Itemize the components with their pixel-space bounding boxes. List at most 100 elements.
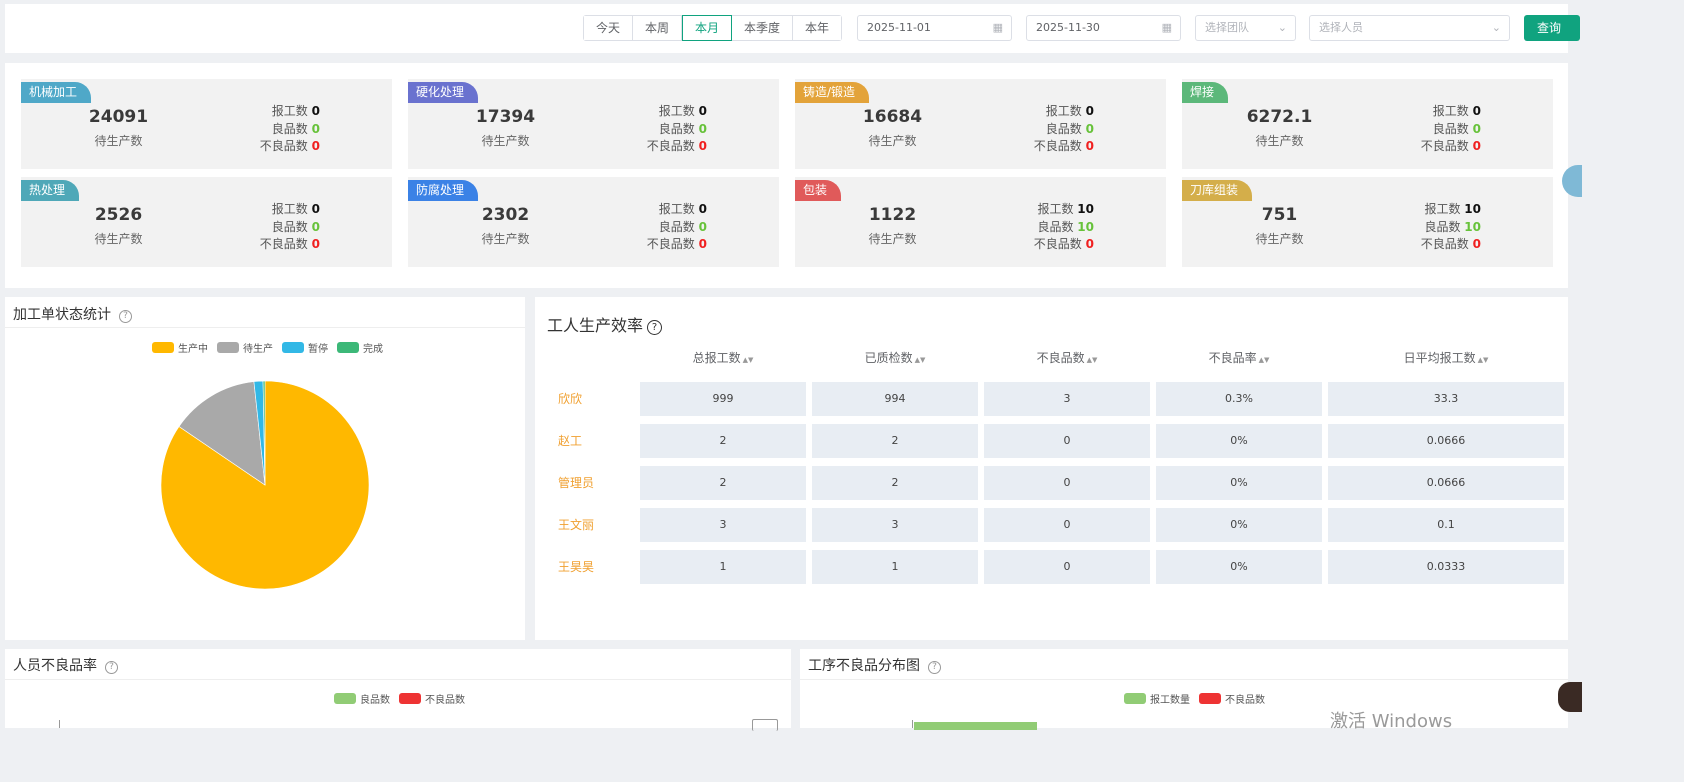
reported-row: 报工数 0 [272, 200, 320, 217]
good-value: 10 [1464, 220, 1481, 234]
table-header-cell[interactable]: 总报工数 ▲▼ [653, 349, 793, 366]
legend-item[interactable]: 完成 [337, 340, 383, 355]
table-header-cell[interactable]: 已质检数 ▲▼ [825, 349, 965, 366]
period-week-button[interactable]: 本周 [633, 16, 682, 40]
sort-icon[interactable]: ▲▼ [743, 356, 754, 364]
worker-name[interactable]: 管理员 [558, 466, 594, 500]
query-button[interactable]: 查询 [1524, 15, 1580, 41]
start-date-value: 2025-11-01 [867, 21, 931, 34]
bar-preview [914, 722, 1037, 730]
good-row: 良品数 0 [272, 218, 320, 235]
table-header-cell[interactable]: 不良品数 ▲▼ [997, 349, 1137, 366]
table-cell: 0.0666 [1328, 424, 1564, 458]
pending-count: 6272.1 [1246, 107, 1313, 127]
good-legend-label: 良品数 [360, 695, 390, 706]
end-date-input[interactable]: 2025-11-30 ▦ [1026, 15, 1181, 41]
good-label: 良品数 [658, 220, 695, 234]
worker-name[interactable]: 王昊昊 [558, 550, 594, 584]
worker-efficiency-title: 工人生产效率? [547, 312, 663, 336]
bad-row: 不良品数 0 [1034, 137, 1094, 154]
legend-swatch [152, 342, 174, 353]
pending-count: 16684 [862, 107, 923, 127]
worker-efficiency-title-text: 工人生产效率 [547, 316, 644, 335]
worker-name[interactable]: 欣欣 [558, 382, 582, 416]
pending-label: 待生产数 [868, 134, 917, 148]
worker-name[interactable]: 赵工 [558, 424, 582, 458]
table-cell: 0 [984, 424, 1150, 458]
legend-label: 生产中 [178, 344, 208, 355]
bad-row: 不良品数 0 [647, 137, 707, 154]
report-legend-swatch [1124, 693, 1146, 704]
download-icon[interactable] [752, 719, 778, 731]
sort-icon[interactable]: ▲▼ [1087, 356, 1098, 364]
bad-legend-swatch [399, 693, 421, 704]
good-row: 良品数 0 [1046, 120, 1094, 137]
bad-value: 0 [1085, 139, 1094, 153]
pending-count: 2302 [481, 205, 530, 225]
reported-value: 0 [1085, 104, 1094, 118]
good-label: 良品数 [271, 220, 308, 234]
good-row: 良品数 10 [1037, 218, 1094, 235]
legend-label: 暂停 [308, 344, 328, 355]
table-cell: 3 [984, 382, 1150, 416]
reported-label: 报工数 [1045, 104, 1082, 118]
reported-value: 10 [1077, 202, 1094, 216]
process-name-tag: 机械加工 [21, 82, 92, 103]
help-icon[interactable]: ? [647, 320, 663, 335]
worker-name[interactable]: 王文丽 [558, 508, 594, 542]
table-cell: 3 [812, 508, 978, 542]
period-year-button[interactable]: 本年 [793, 16, 841, 40]
period-month-button[interactable]: 本月 [682, 15, 732, 41]
bad-value: 0 [698, 237, 707, 251]
bad-label: 不良品数 [1033, 139, 1082, 153]
bad-row: 不良品数 0 [1034, 235, 1094, 252]
start-date-input[interactable]: 2025-11-01 ▦ [857, 15, 1012, 41]
help-icon[interactable]: ? [105, 661, 118, 674]
avatar[interactable] [1558, 682, 1582, 712]
table-cell: 0.0333 [1328, 550, 1564, 584]
good-label: 良品数 [1037, 220, 1074, 234]
table-header-cell[interactable]: 不良品率 ▲▼ [1169, 349, 1309, 366]
table-cell: 0.0666 [1328, 466, 1564, 500]
bad-legend-label: 不良品数 [1225, 695, 1265, 706]
column-header-label: 日平均报工数 [1403, 351, 1476, 365]
reported-row: 报工数 0 [1433, 102, 1481, 119]
table-cell: 0% [1156, 424, 1322, 458]
sort-icon[interactable]: ▲▼ [915, 356, 926, 364]
period-quarter-button[interactable]: 本季度 [732, 16, 793, 40]
process-defect-dist-title-text: 工序不良品分布图 [808, 658, 920, 674]
table-cell: 0 [984, 508, 1150, 542]
process-card: 热处理 2526 待生产数 报工数 0 良品数 0 不良品数 0 [21, 177, 392, 267]
legend-item[interactable]: 待生产 [217, 340, 273, 355]
reported-value: 0 [311, 104, 320, 118]
period-today-button[interactable]: 今天 [584, 16, 633, 40]
help-icon[interactable]: ? [119, 310, 132, 323]
table-cell: 0% [1156, 550, 1322, 584]
pending-count: 751 [1261, 205, 1298, 225]
legend-swatch [217, 342, 239, 353]
legend-item[interactable]: 生产中 [152, 340, 208, 355]
end-date-value: 2025-11-30 [1036, 21, 1100, 34]
table-header-cell[interactable]: 日平均报工数 ▲▼ [1376, 349, 1516, 366]
person-select[interactable]: 选择人员 ⌄ [1309, 15, 1510, 41]
reported-label: 报工数 [1424, 202, 1461, 216]
process-name-tag: 热处理 [21, 180, 80, 201]
reported-label: 报工数 [1432, 104, 1469, 118]
table-cell: 0 [984, 466, 1150, 500]
chevron-down-icon: ⌄ [1277, 21, 1287, 34]
sort-icon[interactable]: ▲▼ [1259, 356, 1270, 364]
sort-icon[interactable]: ▲▼ [1478, 356, 1489, 364]
bad-label: 不良品数 [1033, 237, 1082, 251]
reported-value: 0 [698, 202, 707, 216]
reported-row: 报工数 10 [1424, 200, 1481, 217]
bad-row: 不良品数 0 [260, 137, 320, 154]
table-cell: 2 [812, 424, 978, 458]
process-name-tag: 防腐处理 [408, 180, 479, 201]
table-cell: 33.3 [1328, 382, 1564, 416]
process-card: 机械加工 24091 待生产数 报工数 0 良品数 0 不良品数 0 [21, 79, 392, 169]
help-icon[interactable]: ? [928, 661, 941, 674]
legend-item[interactable]: 暂停 [282, 340, 328, 355]
process-name-tag: 焊接 [1182, 82, 1229, 103]
good-label: 良品数 [658, 122, 695, 136]
team-select[interactable]: 选择团队 ⌄ [1195, 15, 1296, 41]
